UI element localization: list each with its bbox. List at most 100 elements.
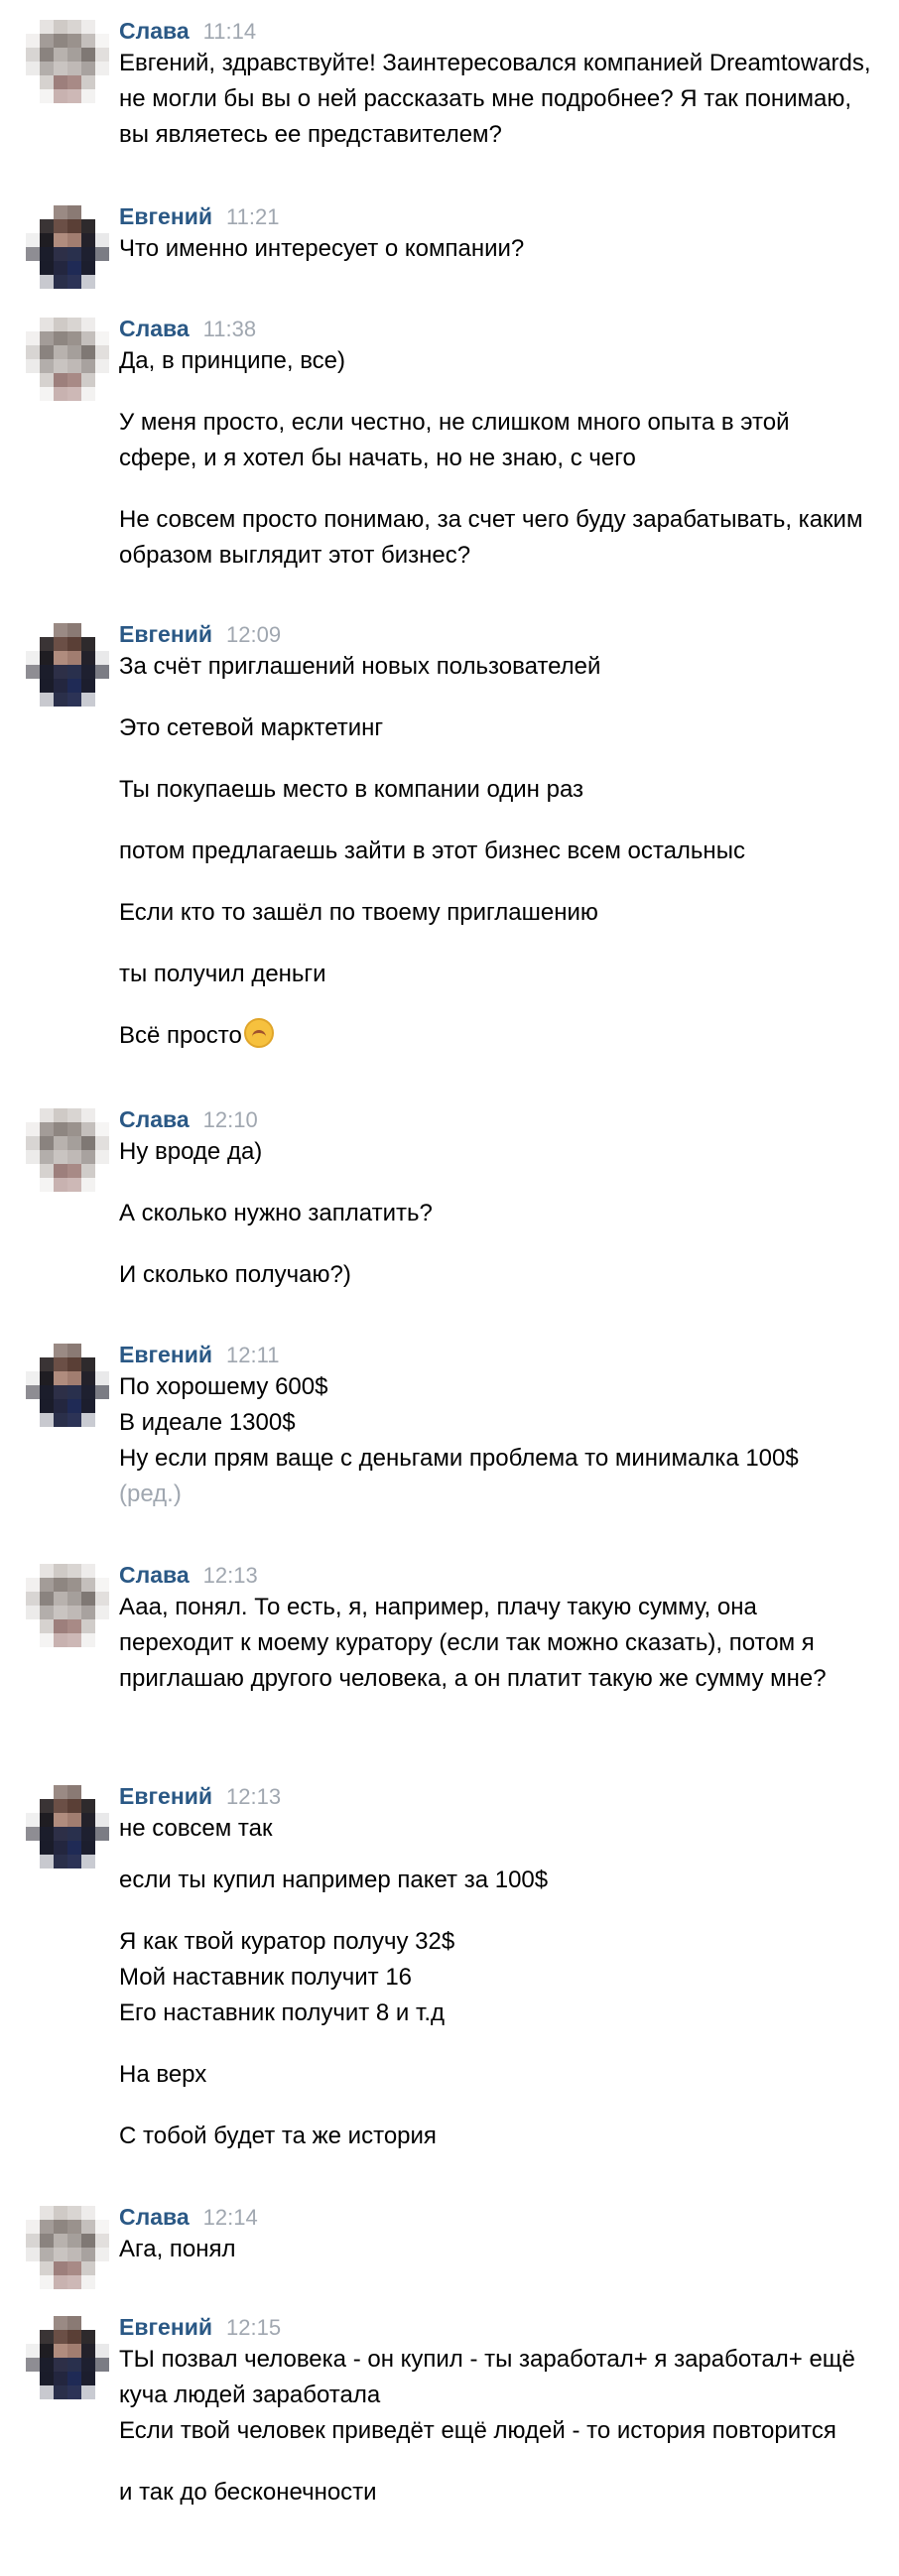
sender-name[interactable]: Слава (119, 2204, 190, 2230)
avatar[interactable] (26, 20, 109, 103)
message-header: Евгений 12:11 (119, 1340, 279, 1369)
avatar-pixel (54, 75, 67, 89)
sender-name[interactable]: Евгений (119, 1342, 212, 1367)
avatar[interactable] (26, 1344, 109, 1427)
avatar-pixel (81, 261, 95, 275)
avatar-pixel (54, 1578, 67, 1592)
avatar-pixel (67, 651, 81, 665)
message-time[interactable]: 12:14 (203, 2205, 258, 2230)
avatar-pixel (95, 1136, 109, 1150)
message-paragraph: За счёт приглашений новых пользователей (119, 653, 601, 680)
avatar-pixel (40, 665, 54, 679)
avatar-pixel (26, 1371, 40, 1385)
chat-history: Слава 11:14 Евгений, здравствуйте! Заинте… (0, 0, 899, 2576)
avatar-pixel (26, 1108, 40, 1122)
sender-name[interactable]: Евгений (119, 203, 212, 229)
message-paragraph: С тобой будет та же история (119, 2123, 437, 2149)
avatar-pixel (26, 1122, 40, 1136)
message-header: Слава 12:13 (119, 1560, 258, 1590)
avatar[interactable] (26, 1785, 109, 1868)
avatar-pixel (81, 1827, 95, 1841)
message-time[interactable]: 12:11 (226, 1343, 279, 1367)
message-text: Что именно интересует о компании? (119, 231, 883, 267)
avatar-pixel (67, 693, 81, 707)
avatar-pixel (67, 1578, 81, 1592)
avatar-pixel (40, 261, 54, 275)
avatar-pixel (54, 2206, 67, 2220)
avatar-pixel (26, 34, 40, 48)
message-time[interactable]: 12:09 (226, 622, 281, 647)
avatar-pixel (81, 20, 95, 34)
avatar-pixel (26, 261, 40, 275)
avatar-pixel (26, 1413, 40, 1427)
avatar-pixel (95, 89, 109, 103)
sender-name[interactable]: Слава (119, 18, 190, 44)
avatar-pixel (67, 1606, 81, 1619)
message-time[interactable]: 12:10 (203, 1107, 258, 1132)
avatar-pixel (81, 637, 95, 651)
message-time[interactable]: 11:21 (226, 204, 279, 229)
avatar-pixel (40, 89, 54, 103)
message-time[interactable]: 12:13 (226, 1784, 281, 1809)
avatar-pixel (54, 1606, 67, 1619)
sender-name[interactable]: Слава (119, 1562, 190, 1588)
sender-name[interactable]: Евгений (119, 1783, 212, 1809)
avatar-pixel (67, 2385, 81, 2399)
message-paragraph: не совсем так (119, 1815, 273, 1842)
avatar-pixel (54, 2344, 67, 2358)
avatar[interactable] (26, 205, 109, 289)
message-time[interactable]: 12:13 (203, 1563, 258, 1588)
message-paragraph: ТЫ позвал человека - он купил - ты зараб… (119, 2346, 855, 2444)
avatar-pixel (26, 2220, 40, 2234)
avatar-pixel (95, 387, 109, 401)
avatar-pixel (26, 2385, 40, 2399)
avatar-pixel (54, 2316, 67, 2330)
avatar-pixel (40, 34, 54, 48)
avatar-pixel (40, 1785, 54, 1799)
avatar-pixel (54, 665, 67, 679)
avatar-pixel (26, 1827, 40, 1841)
sender-name[interactable]: Евгений (119, 621, 212, 647)
avatar-pixel (95, 2275, 109, 2289)
avatar-pixel (81, 75, 95, 89)
avatar-pixel (26, 205, 40, 219)
message-time[interactable]: 11:38 (203, 317, 256, 341)
avatar-pixel (26, 1578, 40, 1592)
avatar-pixel (26, 1357, 40, 1371)
avatar-pixel (95, 2206, 109, 2220)
avatar-pixel (54, 2275, 67, 2289)
edited-label[interactable]: (ред.) (119, 1477, 883, 1512)
avatar-pixel (40, 1813, 54, 1827)
avatar-pixel (95, 219, 109, 233)
avatar-pixel (40, 2275, 54, 2289)
avatar[interactable] (26, 623, 109, 707)
avatar-pixel (26, 637, 40, 651)
avatar-pixel (95, 62, 109, 75)
avatar[interactable] (26, 2316, 109, 2399)
message-time[interactable]: 11:14 (203, 19, 256, 44)
avatar-pixel (67, 665, 81, 679)
message-time[interactable]: 12:15 (226, 2315, 281, 2340)
avatar-pixel (40, 2330, 54, 2344)
avatar-pixel (95, 1150, 109, 1164)
avatar-pixel (40, 1799, 54, 1813)
avatar-pixel (54, 1399, 67, 1413)
sender-name[interactable]: Слава (119, 1106, 190, 1132)
avatar-pixel (67, 1855, 81, 1868)
avatar[interactable] (26, 1108, 109, 1192)
avatar[interactable] (26, 2206, 109, 2289)
avatar-pixel (95, 2330, 109, 2344)
message-text: Евгений, здравствуйте! Заинтересовался к… (119, 46, 883, 153)
avatar-pixel (26, 247, 40, 261)
avatar-pixel (95, 318, 109, 331)
avatar[interactable] (26, 1564, 109, 1647)
avatar-pixel (54, 373, 67, 387)
avatar-pixel (26, 1633, 40, 1647)
avatar-pixel (95, 1371, 109, 1385)
sender-name[interactable]: Слава (119, 316, 190, 341)
message-paragraph: Ага, понял (119, 2236, 236, 2262)
avatar-pixel (40, 1164, 54, 1178)
avatar-pixel (67, 1385, 81, 1399)
sender-name[interactable]: Евгений (119, 2314, 212, 2340)
avatar[interactable] (26, 318, 109, 401)
